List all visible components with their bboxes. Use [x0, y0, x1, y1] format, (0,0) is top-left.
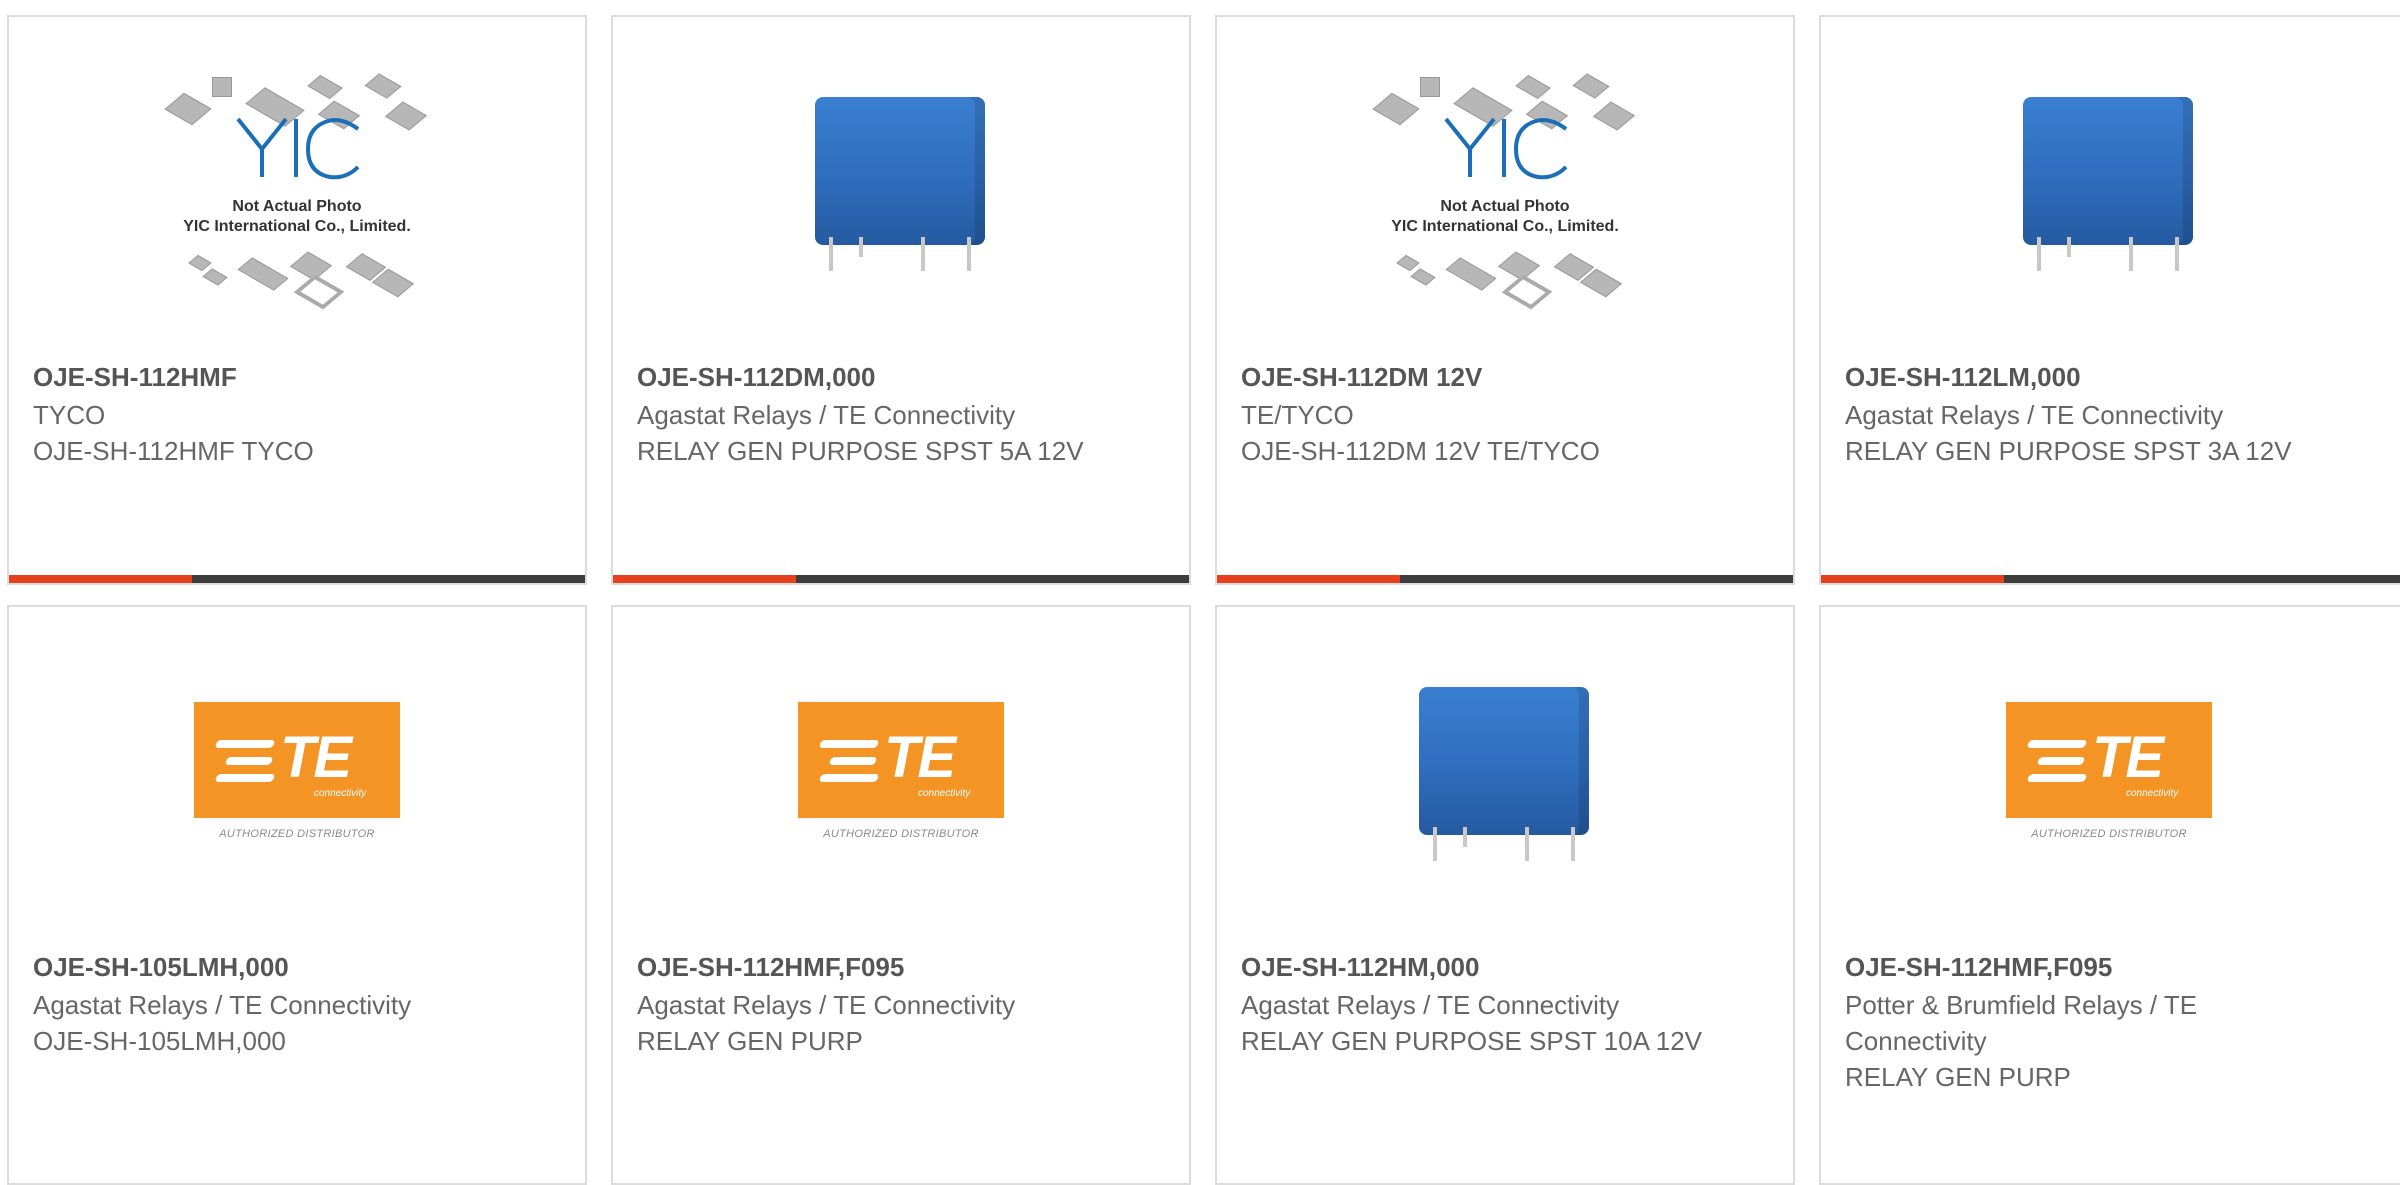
product-card[interactable]: TE connectivity AUTHORIZED DISTRIBUTOR O…: [7, 605, 587, 1185]
relay-photo: [2009, 87, 2209, 287]
te-logo-sub: connectivity: [314, 788, 367, 799]
description: RELAY GEN PURP: [1845, 1062, 2071, 1092]
description: OJE-SH-112HMF TYCO: [33, 436, 314, 466]
description: RELAY GEN PURP: [637, 1026, 863, 1056]
product-image[interactable]: [613, 17, 1189, 357]
not-actual-photo-label: Not Actual Photo: [1440, 198, 1570, 215]
product-image[interactable]: TE connectivity AUTHORIZED DISTRIBUTOR: [613, 607, 1189, 947]
part-number[interactable]: OJE-SH-112HMF: [33, 362, 553, 393]
product-image[interactable]: [1217, 607, 1793, 947]
card-progress-bar: [9, 575, 585, 583]
manufacturer: TYCO: [33, 400, 106, 430]
part-number[interactable]: OJE-SH-105LMH,000: [33, 952, 553, 983]
description: RELAY GEN PURPOSE SPST 5A 12V: [637, 436, 1084, 466]
product-card[interactable]: OJE-SH-112HM,000 Agastat Relays / TE Con…: [1215, 605, 1795, 1185]
yic-placeholder-image: Not Actual Photo YIC International Co., …: [1360, 57, 1650, 317]
part-number[interactable]: OJE-SH-112HMF,F095: [1845, 952, 2365, 983]
manufacturer: Agastat Relays / TE Connectivity: [637, 400, 1016, 430]
description: OJE-SH-105LMH,000: [33, 1026, 286, 1056]
yic-placeholder-image: Not Actual Photo YIC International Co., …: [152, 57, 442, 317]
yic-logo-icon: [236, 117, 360, 180]
product-card[interactable]: OJE-SH-112DM,000 Agastat Relays / TE Con…: [611, 15, 1191, 585]
te-connectivity-logo: TE connectivity AUTHORIZED DISTRIBUTOR: [2006, 702, 2212, 852]
product-card[interactable]: TE connectivity AUTHORIZED DISTRIBUTOR O…: [611, 605, 1191, 1185]
yic-company-label: YIC International Co., Limited.: [1391, 218, 1619, 235]
product-card[interactable]: Not Actual Photo YIC International Co., …: [1215, 15, 1795, 585]
description: OJE-SH-112DM 12V TE/TYCO: [1241, 436, 1600, 466]
authorized-distributor-label: AUTHORIZED DISTRIBUTOR: [2031, 828, 2187, 840]
card-accent: [9, 575, 192, 583]
te-logo-sub: connectivity: [918, 788, 971, 799]
description: RELAY GEN PURPOSE SPST 10A 12V: [1241, 1026, 1702, 1056]
product-image[interactable]: TE connectivity AUTHORIZED DISTRIBUTOR: [9, 607, 585, 947]
card-progress-bar: [1821, 575, 2400, 583]
card-accent: [1217, 575, 1400, 583]
description: RELAY GEN PURPOSE SPST 3A 12V: [1845, 436, 2292, 466]
te-logo-sub: connectivity: [2126, 788, 2179, 799]
authorized-distributor-label: AUTHORIZED DISTRIBUTOR: [219, 828, 375, 840]
card-accent: [1821, 575, 2004, 583]
part-number[interactable]: OJE-SH-112DM 12V: [1241, 362, 1761, 393]
manufacturer: Agastat Relays / TE Connectivity: [637, 990, 1016, 1020]
yic-company-label: YIC International Co., Limited.: [183, 218, 411, 235]
manufacturer: Agastat Relays / TE Connectivity: [1845, 400, 2224, 430]
card-accent: [613, 575, 796, 583]
relay-photo: [801, 87, 1001, 287]
manufacturer: Potter & Brumfield Relays / TE Connectiv…: [1845, 990, 2198, 1056]
authorized-distributor-label: AUTHORIZED DISTRIBUTOR: [823, 828, 979, 840]
yic-logo-icon: [1444, 117, 1568, 180]
manufacturer: Agastat Relays / TE Connectivity: [1241, 990, 1620, 1020]
te-logo-mark: TE: [884, 725, 956, 790]
part-number[interactable]: OJE-SH-112HM,000: [1241, 952, 1761, 983]
manufacturer: TE/TYCO: [1241, 400, 1354, 430]
product-image[interactable]: TE connectivity AUTHORIZED DISTRIBUTOR: [1821, 607, 2397, 947]
te-logo-mark: TE: [280, 725, 352, 790]
product-image[interactable]: Not Actual Photo YIC International Co., …: [1217, 17, 1793, 357]
product-card[interactable]: Not Actual Photo YIC International Co., …: [7, 15, 587, 585]
card-progress-bar: [613, 575, 1189, 583]
product-image[interactable]: [1821, 17, 2397, 357]
not-actual-photo-label: Not Actual Photo: [232, 198, 362, 215]
product-image[interactable]: Not Actual Photo YIC International Co., …: [9, 17, 585, 357]
te-connectivity-logo: TE connectivity AUTHORIZED DISTRIBUTOR: [798, 702, 1004, 852]
part-number[interactable]: OJE-SH-112DM,000: [637, 362, 1157, 393]
manufacturer: Agastat Relays / TE Connectivity: [33, 990, 412, 1020]
product-card[interactable]: TE connectivity AUTHORIZED DISTRIBUTOR O…: [1819, 605, 2400, 1185]
te-logo-mark: TE: [2092, 725, 2164, 790]
relay-photo: [1405, 677, 1605, 877]
product-card[interactable]: OJE-SH-112LM,000 Agastat Relays / TE Con…: [1819, 15, 2400, 585]
part-number[interactable]: OJE-SH-112LM,000: [1845, 362, 2365, 393]
te-connectivity-logo: TE connectivity AUTHORIZED DISTRIBUTOR: [194, 702, 400, 852]
part-number[interactable]: OJE-SH-112HMF,F095: [637, 952, 1157, 983]
card-progress-bar: [1217, 575, 1793, 583]
